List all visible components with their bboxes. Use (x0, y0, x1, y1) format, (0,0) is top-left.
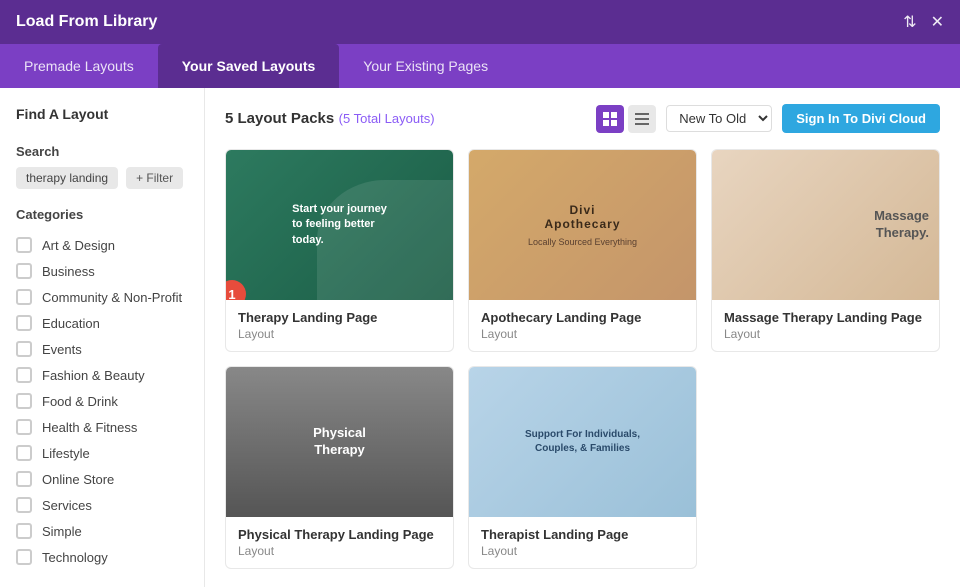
sidebar-item-fashion[interactable]: Fashion & Beauty (16, 362, 188, 388)
toolbar-right: New To Old Old To New A to Z Z to A Sign… (596, 104, 940, 133)
sidebar-item-education[interactable]: Education (16, 310, 188, 336)
checkbox-health[interactable] (16, 419, 32, 435)
layout-name-therapy-landing: Therapy Landing Page (238, 310, 441, 325)
category-label-events: Events (42, 342, 82, 357)
sidebar-item-community[interactable]: Community & Non-Profit (16, 284, 188, 310)
tab-bar: Premade Layouts Your Saved Layouts Your … (0, 44, 960, 88)
filter-button[interactable]: + Filter (126, 167, 183, 189)
title-bar: Load From Library ⇅ ✕ (0, 0, 960, 44)
layout-card-physical-therapy-landing[interactable]: PhysicalTherapyPhysical Therapy Landing … (225, 366, 454, 569)
layout-card-therapist-landing[interactable]: Support For Individuals,Couples, & Famil… (468, 366, 697, 569)
category-label-lifestyle: Lifestyle (42, 446, 90, 461)
checkbox-services[interactable] (16, 497, 32, 513)
sidebar-item-lifestyle[interactable]: Lifestyle (16, 440, 188, 466)
categories-title: Categories (16, 207, 188, 222)
sidebar-item-health[interactable]: Health & Fitness (16, 414, 188, 440)
dialog-title: Load From Library (16, 13, 157, 31)
checkbox-food[interactable] (16, 393, 32, 409)
checkbox-art[interactable] (16, 237, 32, 253)
sidebar-item-technology[interactable]: Technology (16, 544, 188, 570)
categories-list: Art & Design Business Community & Non-Prof… (16, 232, 188, 570)
sidebar-item-simple[interactable]: Simple (16, 518, 188, 544)
layout-name-massage-therapy-landing: Massage Therapy Landing Page (724, 310, 927, 325)
layout-type-physical-therapy-landing: Layout (238, 544, 441, 558)
sidebar: Find A Layout Search therapy landing + F… (0, 88, 205, 587)
main-layout: Find A Layout Search therapy landing + F… (0, 88, 960, 587)
category-label-services: Services (42, 498, 92, 513)
badge-therapy-landing: 1 (226, 280, 246, 300)
layout-count-detail: (5 Total Layouts) (339, 111, 435, 126)
layout-card-apothecary-landing[interactable]: DiviApothecaryLocally Sourced Everything… (468, 149, 697, 352)
sidebar-item-food[interactable]: Food & Drink (16, 388, 188, 414)
layout-type-therapist-landing: Layout (481, 544, 684, 558)
category-label-community: Community & Non-Profit (42, 290, 182, 305)
category-label-food: Food & Drink (42, 394, 118, 409)
category-label-online-store: Online Store (42, 472, 114, 487)
category-label-simple: Simple (42, 524, 82, 539)
layout-type-apothecary-landing: Layout (481, 327, 684, 341)
layout-name-physical-therapy-landing: Physical Therapy Landing Page (238, 527, 441, 542)
sidebar-item-art[interactable]: Art & Design (16, 232, 188, 258)
checkbox-education[interactable] (16, 315, 32, 331)
layout-name-therapist-landing: Therapist Landing Page (481, 527, 684, 542)
checkbox-technology[interactable] (16, 549, 32, 565)
grid-icon (603, 112, 617, 126)
content-area: 5 Layout Packs (5 Total Layouts) (205, 88, 960, 587)
tab-saved[interactable]: Your Saved Layouts (158, 44, 340, 88)
close-icon[interactable]: ✕ (931, 12, 944, 32)
checkbox-events[interactable] (16, 341, 32, 357)
search-tag: therapy landing (16, 167, 118, 189)
layout-card-massage-therapy-landing[interactable]: MassageTherapy.Massage Therapy Landing P… (711, 149, 940, 352)
category-label-fashion: Fashion & Beauty (42, 368, 145, 383)
category-label-business: Business (42, 264, 95, 279)
checkbox-lifestyle[interactable] (16, 445, 32, 461)
list-view-button[interactable] (628, 105, 656, 133)
layout-count-text: 5 Layout Packs (225, 110, 334, 127)
checkbox-business[interactable] (16, 263, 32, 279)
title-bar-actions: ⇅ ✕ (903, 12, 944, 32)
content-toolbar: 5 Layout Packs (5 Total Layouts) (225, 104, 940, 133)
checkbox-simple[interactable] (16, 523, 32, 539)
find-layout-title: Find A Layout (16, 106, 188, 122)
tab-premade[interactable]: Premade Layouts (0, 44, 158, 88)
layout-type-massage-therapy-landing: Layout (724, 327, 927, 341)
checkbox-community[interactable] (16, 289, 32, 305)
category-label-health: Health & Fitness (42, 420, 137, 435)
checkbox-fashion[interactable] (16, 367, 32, 383)
layout-count: 5 Layout Packs (5 Total Layouts) (225, 110, 435, 128)
search-label: Search (16, 144, 188, 159)
category-label-technology: Technology (42, 550, 108, 565)
layout-card-therapy-landing[interactable]: Start your journeyto feeling bettertoday… (225, 149, 454, 352)
checkbox-online-store[interactable] (16, 471, 32, 487)
sort-icon[interactable]: ⇅ (903, 12, 916, 32)
view-toggle (596, 105, 656, 133)
list-icon (635, 112, 649, 126)
tab-existing[interactable]: Your Existing Pages (339, 44, 512, 88)
sidebar-item-services[interactable]: Services (16, 492, 188, 518)
sidebar-item-business[interactable]: Business (16, 258, 188, 284)
sidebar-item-online-store[interactable]: Online Store (16, 466, 188, 492)
layouts-grid: Start your journeyto feeling bettertoday… (225, 149, 940, 569)
search-filter-row: therapy landing + Filter (16, 167, 188, 189)
layout-name-apothecary-landing: Apothecary Landing Page (481, 310, 684, 325)
category-label-art: Art & Design (42, 238, 115, 253)
layout-type-therapy-landing: Layout (238, 327, 441, 341)
sign-in-button[interactable]: Sign In To Divi Cloud (782, 104, 940, 133)
category-label-education: Education (42, 316, 100, 331)
sidebar-item-events[interactable]: Events (16, 336, 188, 362)
grid-view-button[interactable] (596, 105, 624, 133)
sort-select[interactable]: New To Old Old To New A to Z Z to A (666, 105, 772, 132)
